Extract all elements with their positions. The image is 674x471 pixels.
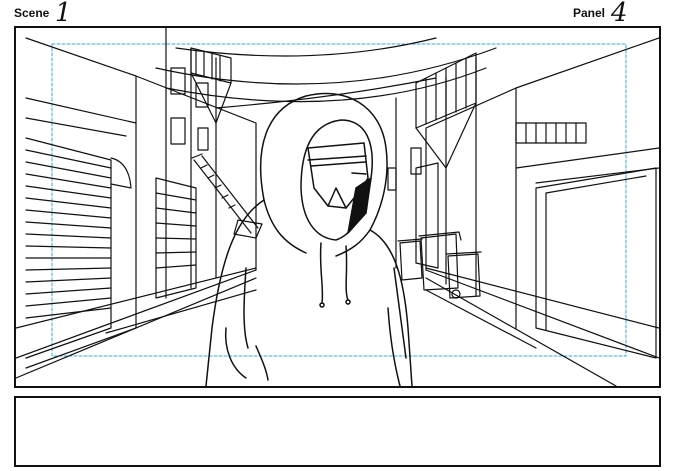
scene-number[interactable]: 1 (55, 0, 72, 26)
panel-number[interactable]: 4 (611, 0, 628, 26)
panel-label: Panel (573, 6, 606, 20)
hooded-figure (205, 92, 413, 386)
storyboard-frame[interactable] (14, 26, 661, 388)
scene-label: Scene (14, 6, 50, 20)
storyboard-sketch (16, 28, 659, 386)
panel-notes-box[interactable] (14, 396, 661, 467)
